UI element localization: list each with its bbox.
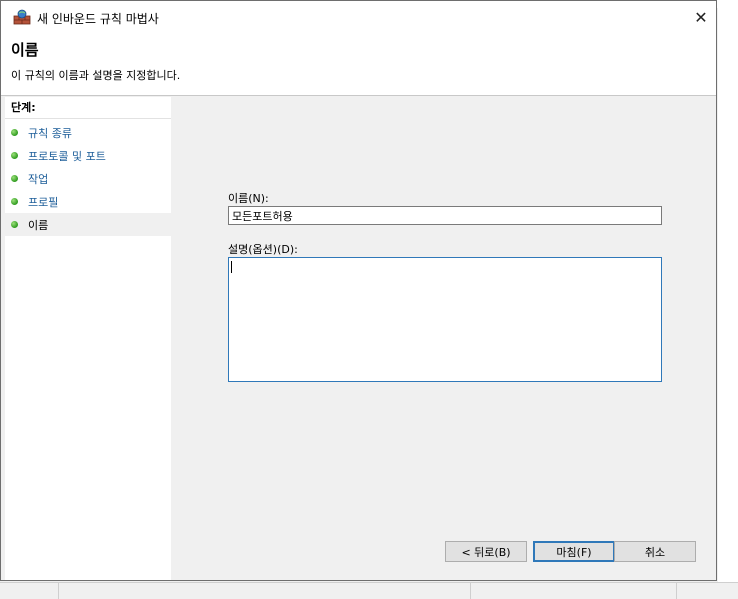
green-dot-icon xyxy=(11,152,18,159)
step-action[interactable]: 작업 xyxy=(5,167,171,190)
name-field-label: 이름(N): xyxy=(228,192,269,205)
step-label: 작업 xyxy=(28,173,49,186)
step-label: 이름 xyxy=(28,219,49,232)
title-bar[interactable]: 새 인바운드 규칙 마법사 ✕ xyxy=(1,1,716,33)
cancel-button[interactable]: 취소 xyxy=(614,541,696,562)
firewall-wall-icon xyxy=(13,9,31,25)
step-label: 프로토콜 및 포트 xyxy=(28,150,106,163)
wizard-header: 이름 이 규칙의 이름과 설명을 지정합니다. xyxy=(1,33,716,96)
step-profile[interactable]: 프로필 xyxy=(5,190,171,213)
steps-panel: 단계: 규칙 종류 프로토콜 및 포트 작업 프로필 이름 xyxy=(5,97,171,580)
close-icon: ✕ xyxy=(694,7,708,27)
close-button[interactable]: ✕ xyxy=(686,1,716,33)
wizard-window: 새 인바운드 규칙 마법사 ✕ 이름 이 규칙의 이름과 설명을 지정합니다. … xyxy=(0,0,717,581)
step-name[interactable]: 이름 xyxy=(5,213,171,236)
description-field-label: 설명(옵션)(D): xyxy=(228,243,298,256)
green-dot-icon xyxy=(11,221,18,228)
step-label: 프로필 xyxy=(28,196,59,209)
back-button[interactable]: < 뒤로(B) xyxy=(445,541,527,562)
green-dot-icon xyxy=(11,175,18,182)
description-input[interactable] xyxy=(228,257,662,382)
steps-title: 단계: xyxy=(5,97,171,119)
step-label: 규칙 종류 xyxy=(28,127,72,140)
window-title: 새 인바운드 규칙 마법사 xyxy=(37,12,159,26)
green-dot-icon xyxy=(11,198,18,205)
name-input[interactable] xyxy=(228,206,662,225)
content-panel: 이름(N): 설명(옵션)(D): < 뒤로(B) 마침(F) 취소 xyxy=(173,97,716,580)
background-window-right xyxy=(718,0,738,598)
finish-button[interactable]: 마침(F) xyxy=(533,541,615,562)
green-dot-icon xyxy=(11,129,18,136)
text-caret xyxy=(231,261,232,273)
page-title: 이름 xyxy=(11,41,39,59)
background-window-bottom xyxy=(0,582,738,599)
step-protocol-port[interactable]: 프로토콜 및 포트 xyxy=(5,144,171,167)
page-description: 이 규칙의 이름과 설명을 지정합니다. xyxy=(11,69,181,82)
step-list: 규칙 종류 프로토콜 및 포트 작업 프로필 이름 xyxy=(5,121,171,236)
step-rule-type[interactable]: 규칙 종류 xyxy=(5,121,171,144)
